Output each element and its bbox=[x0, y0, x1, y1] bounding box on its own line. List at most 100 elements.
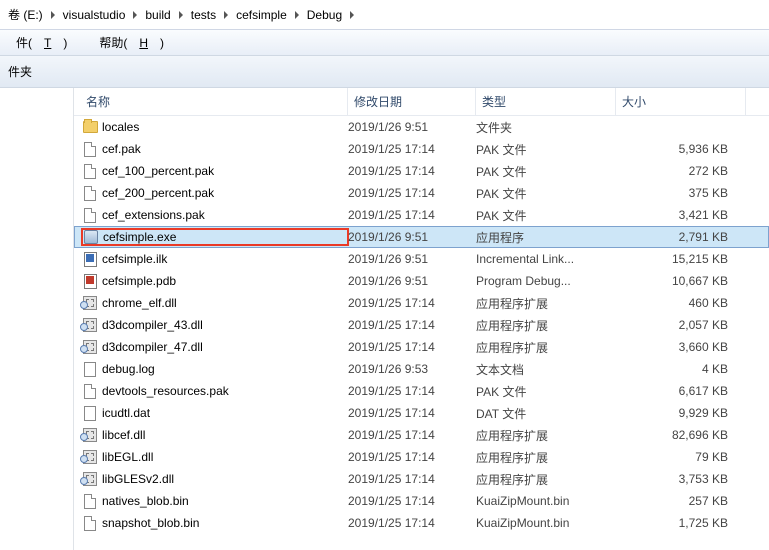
file-row[interactable]: cef_extensions.pak2019/1/25 17:14PAK 文件3… bbox=[74, 204, 769, 226]
file-name-cell: devtools_resources.pak bbox=[82, 383, 348, 399]
file-size: 79 KB bbox=[616, 450, 736, 464]
file-row[interactable]: libGLESv2.dll2019/1/25 17:14应用程序扩展3,753 … bbox=[74, 468, 769, 490]
breadcrumb-item[interactable]: visualstudio bbox=[59, 6, 130, 24]
chevron-right-icon[interactable] bbox=[175, 11, 187, 19]
file-type: 应用程序 bbox=[476, 229, 616, 246]
file-row[interactable]: debug.log2019/1/26 9:53文本文档4 KB bbox=[74, 358, 769, 380]
file-row[interactable]: cefsimple.pdb2019/1/26 9:51Program Debug… bbox=[74, 270, 769, 292]
file-date: 2019/1/25 17:14 bbox=[348, 450, 476, 464]
file-size: 5,936 KB bbox=[616, 142, 736, 156]
file-row[interactable]: cefsimple.exe2019/1/26 9:51应用程序2,791 KB bbox=[74, 226, 769, 248]
file-name-cell: d3dcompiler_43.dll bbox=[82, 317, 348, 333]
file-name-label: snapshot_blob.bin bbox=[102, 516, 199, 530]
file-name-label: cef_100_percent.pak bbox=[102, 164, 214, 178]
file-name-label: libcef.dll bbox=[102, 428, 145, 442]
file-size: 375 KB bbox=[616, 186, 736, 200]
doc-icon bbox=[82, 185, 98, 201]
file-type: PAK 文件 bbox=[476, 141, 616, 158]
file-name-cell: cef_100_percent.pak bbox=[82, 163, 348, 179]
col-size[interactable]: 大小 bbox=[616, 88, 746, 115]
file-row[interactable]: d3dcompiler_43.dll2019/1/25 17:14应用程序扩展2… bbox=[74, 314, 769, 336]
chevron-right-icon[interactable] bbox=[346, 11, 358, 19]
chevron-right-icon[interactable] bbox=[291, 11, 303, 19]
file-name-cell: locales bbox=[82, 119, 348, 135]
col-type[interactable]: 类型 bbox=[476, 88, 616, 115]
col-name[interactable]: 名称 bbox=[80, 88, 348, 115]
dll-icon bbox=[82, 339, 98, 355]
dll-icon bbox=[82, 317, 98, 333]
chevron-right-icon[interactable] bbox=[220, 11, 232, 19]
file-list: 名称 修改日期 类型 大小 locales2019/1/26 9:51文件夹ce… bbox=[74, 88, 769, 550]
file-type: 应用程序扩展 bbox=[476, 427, 616, 444]
file-name-label: icudtl.dat bbox=[102, 406, 150, 420]
file-size: 10,667 KB bbox=[616, 274, 736, 288]
file-size: 257 KB bbox=[616, 494, 736, 508]
file-row[interactable]: devtools_resources.pak2019/1/25 17:14PAK… bbox=[74, 380, 769, 402]
file-date: 2019/1/25 17:14 bbox=[348, 384, 476, 398]
breadcrumb-item[interactable]: Debug bbox=[303, 6, 346, 24]
file-size: 15,215 KB bbox=[616, 252, 736, 266]
file-row[interactable]: libEGL.dll2019/1/25 17:14应用程序扩展79 KB bbox=[74, 446, 769, 468]
file-row[interactable]: libcef.dll2019/1/25 17:14应用程序扩展82,696 KB bbox=[74, 424, 769, 446]
file-date: 2019/1/25 17:14 bbox=[348, 406, 476, 420]
file-type: 文件夹 bbox=[476, 119, 616, 136]
file-row[interactable]: cef.pak2019/1/25 17:14PAK 文件5,936 KB bbox=[74, 138, 769, 160]
file-name-label: natives_blob.bin bbox=[102, 494, 189, 508]
folder-icon bbox=[82, 119, 98, 135]
file-name-label: d3dcompiler_43.dll bbox=[102, 318, 203, 332]
dll-icon bbox=[82, 449, 98, 465]
file-row[interactable]: cef_100_percent.pak2019/1/25 17:14PAK 文件… bbox=[74, 160, 769, 182]
file-row[interactable]: icudtl.dat2019/1/25 17:14DAT 文件9,929 KB bbox=[74, 402, 769, 424]
file-name-label: locales bbox=[102, 120, 139, 134]
file-date: 2019/1/26 9:51 bbox=[348, 274, 476, 288]
file-row[interactable]: cefsimple.ilk2019/1/26 9:51Incremental L… bbox=[74, 248, 769, 270]
breadcrumb-bar[interactable]: 卷 (E:) visualstudio build tests cefsimple Deb… bbox=[0, 0, 769, 30]
file-type: 应用程序扩展 bbox=[476, 449, 616, 466]
file-row[interactable]: d3dcompiler_47.dll2019/1/25 17:14应用程序扩展3… bbox=[74, 336, 769, 358]
dll-icon bbox=[82, 427, 98, 443]
file-type: 应用程序扩展 bbox=[476, 295, 616, 312]
file-name-label: debug.log bbox=[102, 362, 155, 376]
file-date: 2019/1/25 17:14 bbox=[348, 516, 476, 530]
breadcrumb-item[interactable]: cefsimple bbox=[232, 6, 291, 24]
file-name-label: cefsimple.pdb bbox=[102, 274, 176, 288]
file-name-label: chrome_elf.dll bbox=[102, 296, 177, 310]
file-date: 2019/1/25 17:14 bbox=[348, 186, 476, 200]
chevron-right-icon[interactable] bbox=[129, 11, 141, 19]
breadcrumb-item[interactable]: build bbox=[141, 6, 174, 24]
breadcrumb-item[interactable]: 卷 (E:) bbox=[4, 4, 47, 25]
doc-icon bbox=[82, 383, 98, 399]
ilk-icon bbox=[82, 251, 98, 267]
file-name-label: devtools_resources.pak bbox=[102, 384, 229, 398]
menu-tools[interactable]: 件(T) bbox=[4, 32, 79, 53]
file-row[interactable]: snapshot_blob.bin 2019/1/25 17:14KuaiZipM… bbox=[74, 512, 769, 534]
file-row[interactable]: locales2019/1/26 9:51文件夹 bbox=[74, 116, 769, 138]
doc-icon bbox=[82, 515, 98, 531]
col-date[interactable]: 修改日期 bbox=[348, 88, 476, 115]
file-row[interactable]: chrome_elf.dll2019/1/25 17:14应用程序扩展460 K… bbox=[74, 292, 769, 314]
file-name-cell: cef_200_percent.pak bbox=[82, 185, 348, 201]
file-type: KuaiZipMount.bin bbox=[476, 516, 616, 530]
file-date: 2019/1/26 9:51 bbox=[348, 230, 476, 244]
nav-sidebar[interactable] bbox=[0, 88, 74, 550]
file-type: Incremental Link... bbox=[476, 252, 616, 266]
file-row[interactable]: cef_200_percent.pak2019/1/25 17:14PAK 文件… bbox=[74, 182, 769, 204]
file-name-cell: natives_blob.bin bbox=[82, 493, 348, 509]
section-label: 件夹 bbox=[8, 63, 32, 80]
file-type: KuaiZipMount.bin bbox=[476, 494, 616, 508]
file-type: 应用程序扩展 bbox=[476, 317, 616, 334]
file-type: PAK 文件 bbox=[476, 185, 616, 202]
menu-help[interactable]: 帮助(H) bbox=[87, 32, 176, 53]
file-type: DAT 文件 bbox=[476, 405, 616, 422]
doc-icon bbox=[82, 163, 98, 179]
file-name-cell: cefsimple.pdb bbox=[82, 273, 348, 289]
txt-icon bbox=[82, 361, 98, 377]
file-row[interactable]: natives_blob.bin2019/1/25 17:14KuaiZipMo… bbox=[74, 490, 769, 512]
file-date: 2019/1/25 17:14 bbox=[348, 208, 476, 222]
file-date: 2019/1/25 17:14 bbox=[348, 318, 476, 332]
file-type: PAK 文件 bbox=[476, 207, 616, 224]
file-date: 2019/1/25 17:14 bbox=[348, 472, 476, 486]
file-name-cell: cefsimple.exe bbox=[82, 229, 348, 245]
breadcrumb-item[interactable]: tests bbox=[187, 6, 220, 24]
chevron-right-icon[interactable] bbox=[47, 11, 59, 19]
